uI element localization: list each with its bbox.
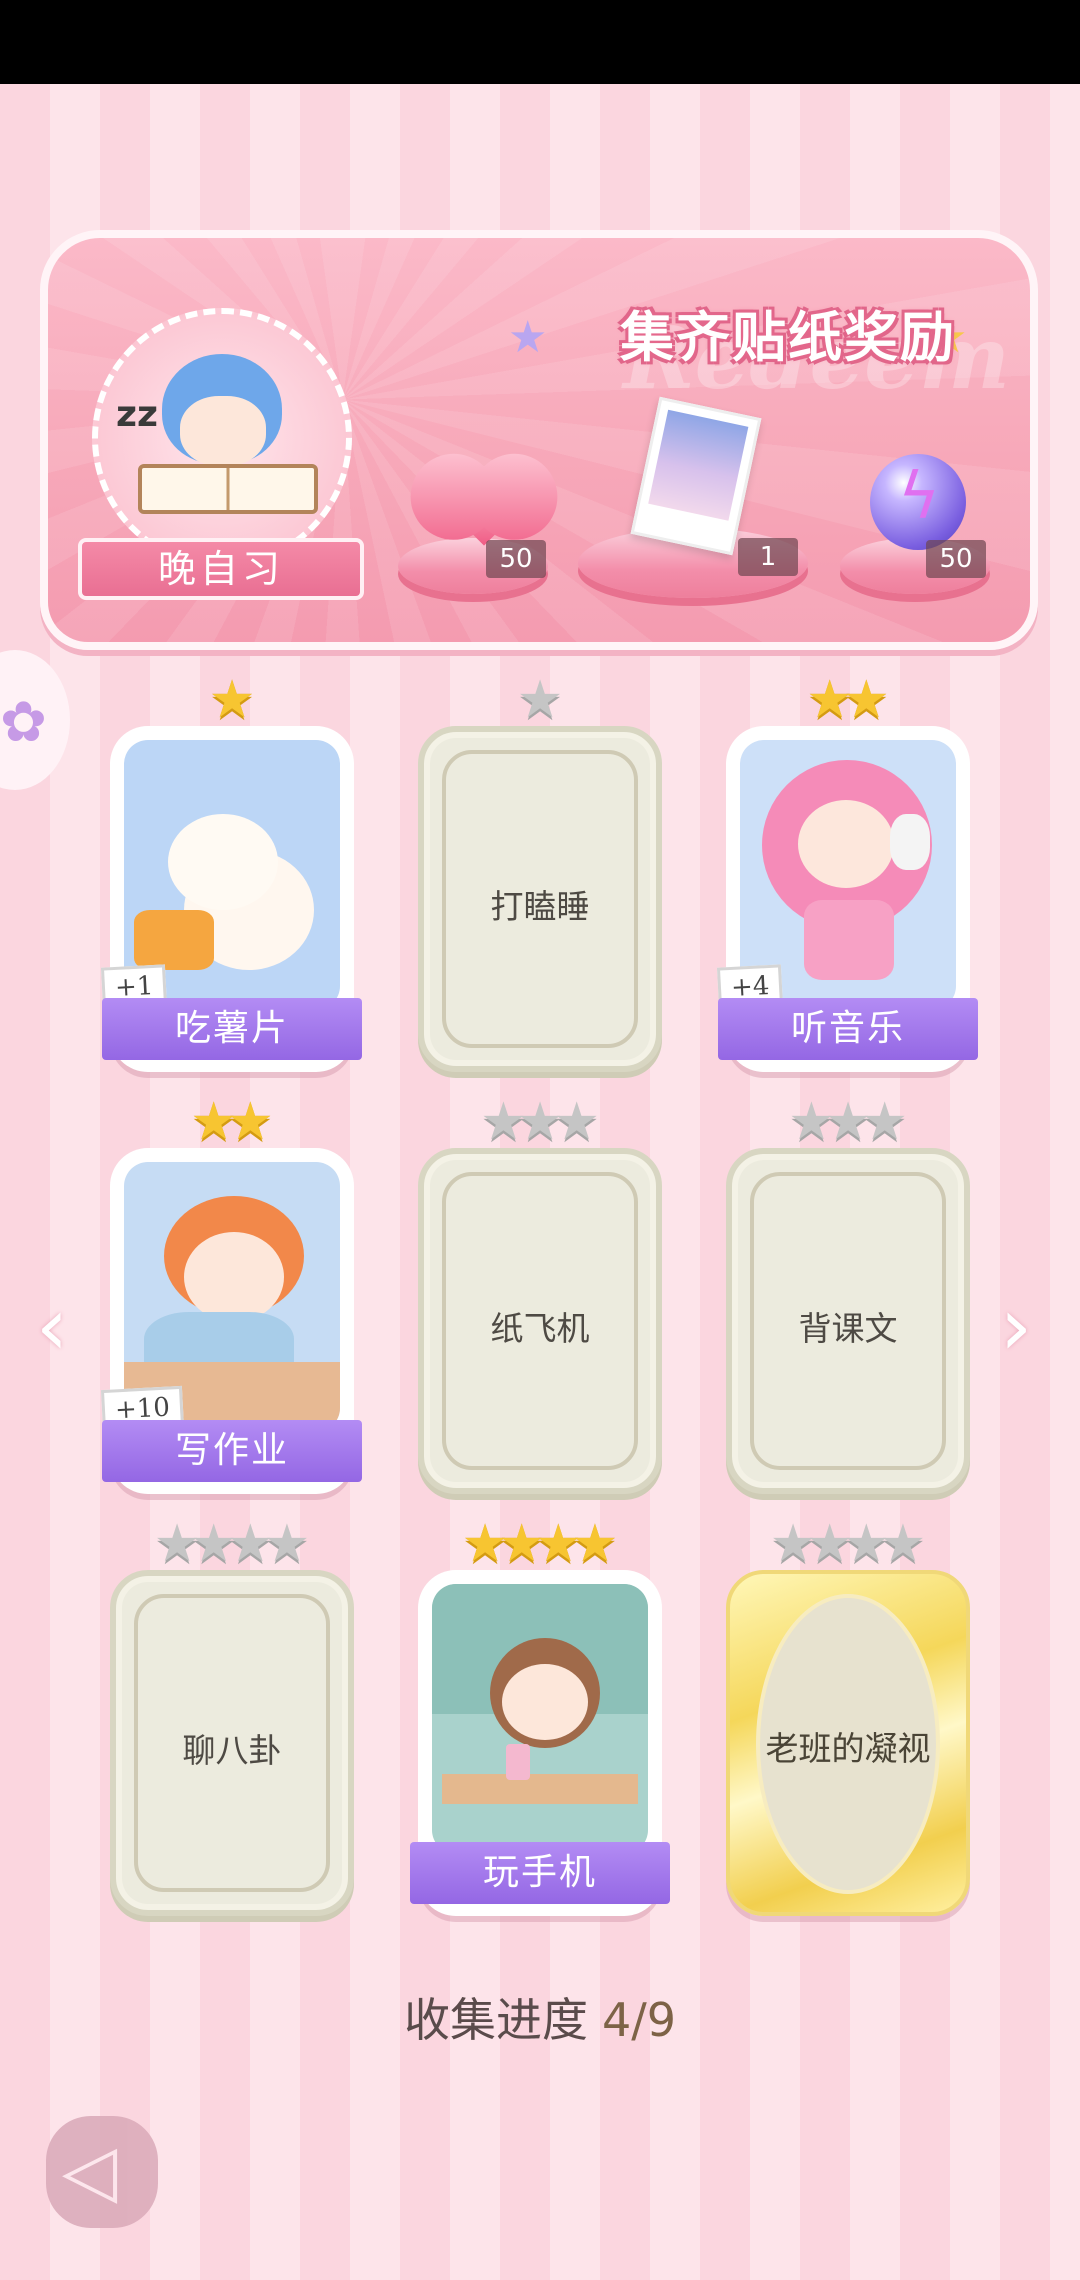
- progress-label: 收集进度: [403, 1993, 588, 2047]
- star-decoration-icon: ★: [508, 312, 548, 363]
- card-stars: ★: [418, 674, 662, 726]
- card-frame-locked: 纸飞机: [418, 1148, 662, 1494]
- card-art-phone-girl: [432, 1584, 648, 1854]
- card-stars: ★★★: [418, 1096, 662, 1148]
- theme-ribbon: 晚自习: [78, 538, 364, 600]
- boy-face: [184, 1232, 284, 1322]
- sticker-card[interactable]: ★★ +4 听音乐: [716, 674, 978, 1072]
- progress-count: 4/9: [601, 1993, 677, 2047]
- card-name: 写作业: [102, 1420, 362, 1482]
- card-name: 背课文: [798, 1309, 898, 1348]
- card-frame-gold: 老班的凝视: [726, 1570, 970, 1916]
- card-name: 聊八卦: [182, 1731, 282, 1770]
- card-name: 吃薯片: [102, 998, 362, 1060]
- chips-icon: [134, 910, 214, 970]
- lightning-icon: ϟ: [898, 460, 941, 534]
- reward-count: 50: [486, 540, 546, 578]
- card-frame-locked: 打瞌睡: [418, 726, 662, 1072]
- chevron-left-icon[interactable]: ‹: [36, 1280, 68, 1373]
- card-frame: 玩手机: [410, 1570, 670, 1916]
- star-empty-icon: ★: [879, 1514, 927, 1574]
- star-filled-icon: ★: [843, 670, 890, 730]
- photo-image: [648, 409, 749, 521]
- card-frame-locked: 聊八卦: [110, 1570, 354, 1916]
- girl-face: [798, 800, 894, 888]
- theme-avatar[interactable]: zz: [92, 308, 352, 568]
- side-menu-tab[interactable]: ✿: [0, 650, 70, 790]
- card-name: 打瞌睡: [490, 887, 590, 926]
- card-name: 老班的凝视: [765, 1729, 931, 1768]
- card-stars: ★★: [110, 1096, 354, 1148]
- card-name: 玩手机: [410, 1842, 670, 1904]
- star-filled-icon: ★: [571, 1514, 619, 1574]
- heart-gem-icon: [444, 466, 524, 546]
- card-stars: ★★★★: [110, 1518, 354, 1570]
- reward-panel: Redeem ★ ★ 集齐贴纸奖励 zz 晚自习 50 1 ϟ 50: [40, 230, 1038, 650]
- star-filled-icon: ★: [227, 1092, 274, 1152]
- card-name: 听音乐: [718, 998, 978, 1060]
- back-icon: ◁: [62, 2128, 118, 2212]
- sticker-card[interactable]: ★★★ 背课文: [726, 1096, 970, 1494]
- reward-item-heart-gem[interactable]: [444, 466, 528, 548]
- sticker-card[interactable]: ★★★★ 聊八卦: [110, 1518, 354, 1916]
- phone-icon: [506, 1744, 530, 1780]
- card-frame: +1 吃薯片: [100, 726, 362, 1072]
- sticker-card[interactable]: ★ 打瞌睡: [418, 674, 662, 1072]
- chevron-right-icon[interactable]: ›: [1000, 1280, 1032, 1373]
- star-empty-icon: ★: [553, 1092, 600, 1152]
- sticker-card[interactable]: ★ +1 吃薯片: [100, 674, 362, 1072]
- girl-face: [502, 1664, 588, 1740]
- star-empty-icon: ★: [861, 1092, 908, 1152]
- collection-progress: 收集进度 4/9: [0, 1984, 1080, 2050]
- card-stars: ★★★★: [726, 1518, 970, 1570]
- reward-panel-title: 集齐贴纸奖励: [620, 306, 956, 369]
- card-stars: ★★★★: [418, 1518, 662, 1570]
- card-frame: +10 写作业: [100, 1148, 362, 1494]
- status-bar: [0, 0, 1080, 84]
- girl-outfit: [804, 900, 894, 980]
- headphones-icon: [890, 814, 930, 870]
- card-stars: ★★★: [726, 1096, 970, 1148]
- card-frame-locked: 背课文: [726, 1148, 970, 1494]
- reward-count: 1: [738, 538, 798, 576]
- card-name: 纸飞机: [490, 1309, 590, 1348]
- cat-head: [168, 814, 278, 910]
- reward-count: 50: [926, 540, 986, 578]
- sticker-card[interactable]: ★★★★ 老班的凝视: [726, 1518, 970, 1916]
- card-stars: ★: [110, 674, 354, 726]
- sticker-card[interactable]: ★★ +10 写作业: [100, 1096, 362, 1494]
- flower-icon: ✿: [0, 690, 47, 755]
- desk-icon: [442, 1774, 638, 1804]
- sleep-zzz-icon: zz: [116, 394, 158, 435]
- sticker-card[interactable]: ★★★★ 玩手机: [410, 1518, 670, 1916]
- card-stars: ★★: [726, 674, 970, 726]
- star-empty-icon: ★: [263, 1514, 311, 1574]
- star-filled-icon: ★: [208, 670, 256, 730]
- star-empty-icon: ★: [516, 670, 564, 730]
- back-button[interactable]: ◁: [46, 2116, 158, 2228]
- sticker-card[interactable]: ★★★ 纸飞机: [418, 1096, 662, 1494]
- card-frame: +4 听音乐: [716, 726, 978, 1072]
- book-icon: [138, 464, 318, 514]
- avatar-face: [180, 396, 266, 466]
